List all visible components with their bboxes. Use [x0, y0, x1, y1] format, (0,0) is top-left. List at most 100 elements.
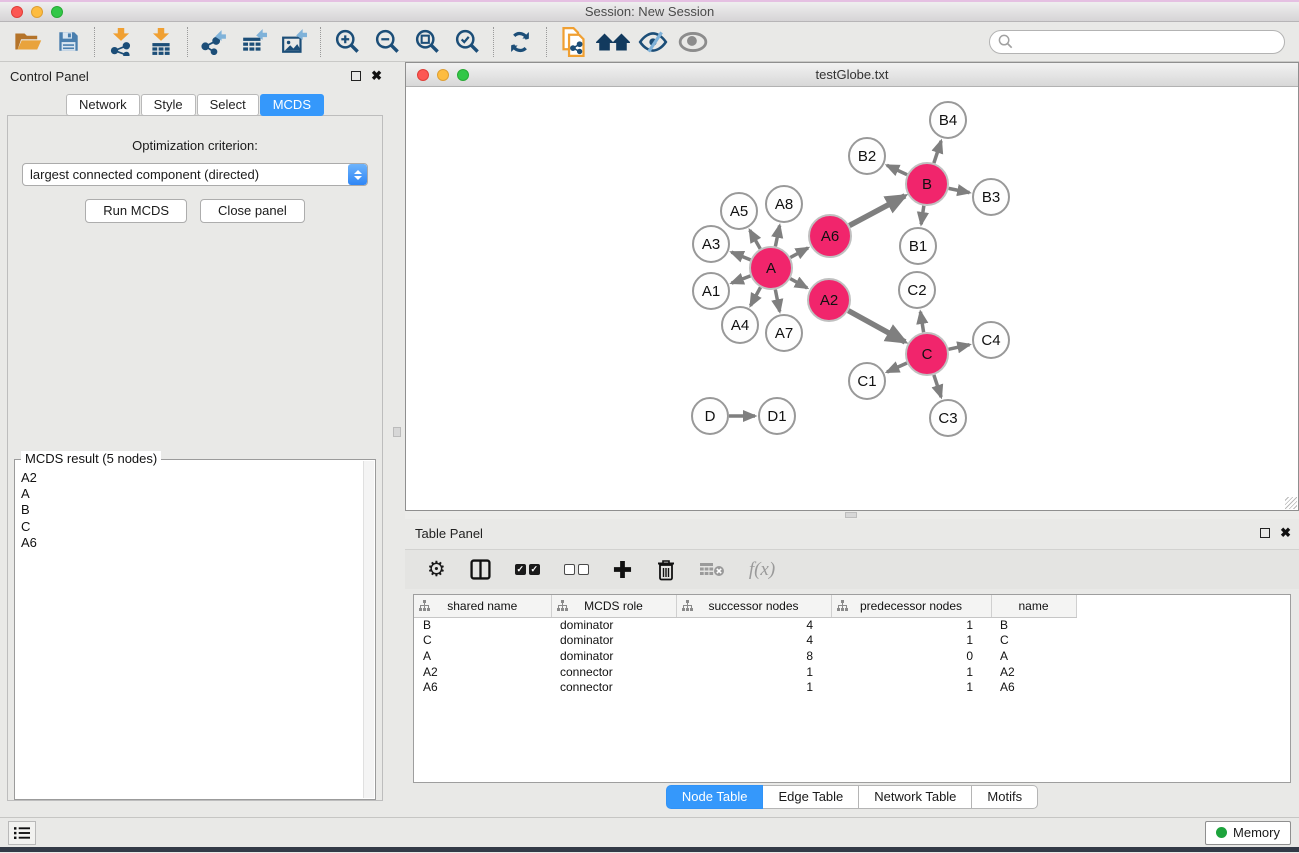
- memory-button[interactable]: Memory: [1205, 821, 1291, 845]
- column-header-mcds-role[interactable]: MCDS role: [551, 595, 676, 617]
- import-network-button[interactable]: [101, 25, 141, 59]
- table-cell[interactable]: dominator: [551, 648, 676, 664]
- table-cell[interactable]: 1: [831, 664, 991, 680]
- splitter-grip[interactable]: [845, 512, 857, 518]
- column-header-successor-nodes[interactable]: successor nodes: [676, 595, 831, 617]
- graph-edge-B-B3[interactable]: [949, 188, 970, 192]
- graph-edge-B-B4[interactable]: [934, 141, 941, 163]
- hide-details-button[interactable]: [633, 25, 673, 59]
- table-cell[interactable]: A6: [414, 679, 551, 695]
- tab-node-table[interactable]: Node Table: [666, 785, 764, 809]
- table-cell[interactable]: A2: [414, 664, 551, 680]
- graph-edge-B-B2[interactable]: [887, 165, 907, 174]
- graph-edge-A-A5[interactable]: [750, 230, 760, 249]
- graph-edge-A2-C[interactable]: [848, 311, 905, 342]
- table-cell[interactable]: B: [991, 617, 1076, 633]
- graph-edge-A-A6[interactable]: [790, 248, 808, 258]
- table-row[interactable]: A6connector11A6: [414, 679, 1076, 695]
- select-all-button[interactable]: ✓✓: [515, 564, 540, 575]
- table-cell[interactable]: B: [414, 617, 551, 633]
- mcds-result-item[interactable]: A6: [21, 535, 363, 551]
- table-row[interactable]: Bdominator41B: [414, 617, 1076, 633]
- graph-edge-C-C2[interactable]: [920, 312, 923, 333]
- refresh-button[interactable]: [500, 25, 540, 59]
- show-all-networks-button[interactable]: [593, 25, 633, 59]
- export-network-button[interactable]: [194, 25, 234, 59]
- add-column-button[interactable]: [613, 560, 632, 579]
- window-resize-grip[interactable]: [1285, 497, 1297, 509]
- zoom-in-button[interactable]: [327, 25, 367, 59]
- table-cell[interactable]: connector: [551, 664, 676, 680]
- float-panel-icon[interactable]: [1260, 528, 1270, 538]
- column-header-name[interactable]: name: [991, 595, 1076, 617]
- table-cell[interactable]: dominator: [551, 633, 676, 649]
- table-cell[interactable]: 1: [676, 679, 831, 695]
- table-row[interactable]: A2connector11A2: [414, 664, 1076, 680]
- column-layout-button[interactable]: [470, 559, 491, 580]
- table-cell[interactable]: 1: [676, 664, 831, 680]
- graph-edge-C-C3[interactable]: [934, 375, 941, 397]
- zoom-fit-button[interactable]: [407, 25, 447, 59]
- table-cell[interactable]: C: [414, 633, 551, 649]
- horizontal-splitter[interactable]: [405, 511, 1299, 519]
- toolbar-search-box[interactable]: [989, 30, 1285, 54]
- graph-edge-A-A7[interactable]: [775, 290, 779, 312]
- vertical-splitter[interactable]: [390, 62, 405, 817]
- graph-edge-C-C4[interactable]: [948, 345, 969, 350]
- tab-network-table[interactable]: Network Table: [859, 785, 972, 809]
- tab-network[interactable]: Network: [66, 94, 140, 116]
- export-table-button[interactable]: [234, 25, 274, 59]
- zoom-out-button[interactable]: [367, 25, 407, 59]
- import-table-button[interactable]: [141, 25, 181, 59]
- table-settings-button[interactable]: ⚙: [427, 560, 446, 580]
- save-session-button[interactable]: [48, 25, 88, 59]
- splitter-grip[interactable]: [393, 427, 401, 437]
- table-cell[interactable]: 4: [676, 617, 831, 633]
- run-mcds-button[interactable]: Run MCDS: [85, 199, 187, 223]
- graph-edge-A-A1[interactable]: [732, 276, 751, 283]
- table-cell[interactable]: dominator: [551, 617, 676, 633]
- network-graph[interactable]: AA1A2A3A4A5A6A7A8BB1B2B3B4CC1C2C3C4DD1: [406, 87, 1298, 509]
- table-row[interactable]: Cdominator41C: [414, 633, 1076, 649]
- mcds-result-item[interactable]: B: [21, 502, 363, 518]
- graph-edge-A-A8[interactable]: [775, 226, 779, 247]
- table-cell[interactable]: 8: [676, 648, 831, 664]
- table-cell[interactable]: A6: [991, 679, 1076, 695]
- tab-mcds[interactable]: MCDS: [260, 94, 324, 116]
- mcds-result-item[interactable]: C: [21, 519, 363, 535]
- function-builder-button[interactable]: f(x): [749, 559, 775, 581]
- export-image-button[interactable]: [274, 25, 314, 59]
- network-window-titlebar[interactable]: testGlobe.txt: [406, 63, 1298, 87]
- deselect-all-button[interactable]: [564, 564, 589, 575]
- graph-edge-A-A2[interactable]: [790, 279, 807, 288]
- table-cell[interactable]: C: [991, 633, 1076, 649]
- table-cell[interactable]: 1: [831, 617, 991, 633]
- close-panel-button[interactable]: Close panel: [200, 199, 305, 223]
- table-cell[interactable]: 1: [831, 633, 991, 649]
- graph-edge-A-A3[interactable]: [731, 252, 750, 260]
- table-cell[interactable]: A: [991, 648, 1076, 664]
- table-cell[interactable]: 1: [831, 679, 991, 695]
- mcds-result-item[interactable]: A: [21, 486, 363, 502]
- table-cell[interactable]: 0: [831, 648, 991, 664]
- close-panel-icon[interactable]: ✖: [1280, 528, 1291, 538]
- table-cell[interactable]: connector: [551, 679, 676, 695]
- tab-edge-table[interactable]: Edge Table: [763, 785, 859, 809]
- graph-edge-A-A4[interactable]: [751, 287, 761, 305]
- result-scrollbar[interactable]: [363, 461, 374, 798]
- tab-select[interactable]: Select: [197, 94, 259, 116]
- network-canvas[interactable]: AA1A2A3A4A5A6A7A8BB1B2B3B4CC1C2C3C4DD1: [406, 87, 1298, 510]
- tab-motifs[interactable]: Motifs: [972, 785, 1038, 809]
- graph-edge-A6-B[interactable]: [849, 196, 905, 226]
- delete-table-button[interactable]: [700, 562, 725, 577]
- float-panel-icon[interactable]: [351, 71, 361, 81]
- table-row[interactable]: Adominator80A: [414, 648, 1076, 664]
- table-cell[interactable]: 4: [676, 633, 831, 649]
- search-input[interactable]: [1013, 32, 1284, 52]
- delete-column-button[interactable]: [656, 559, 676, 581]
- duplicate-network-button[interactable]: [553, 25, 593, 59]
- table-cell[interactable]: A: [414, 648, 551, 664]
- optimization-criterion-select[interactable]: largest connected component (directed): [22, 163, 368, 186]
- column-header-predecessor-nodes[interactable]: predecessor nodes: [831, 595, 991, 617]
- graph-edge-B-B1[interactable]: [921, 206, 924, 224]
